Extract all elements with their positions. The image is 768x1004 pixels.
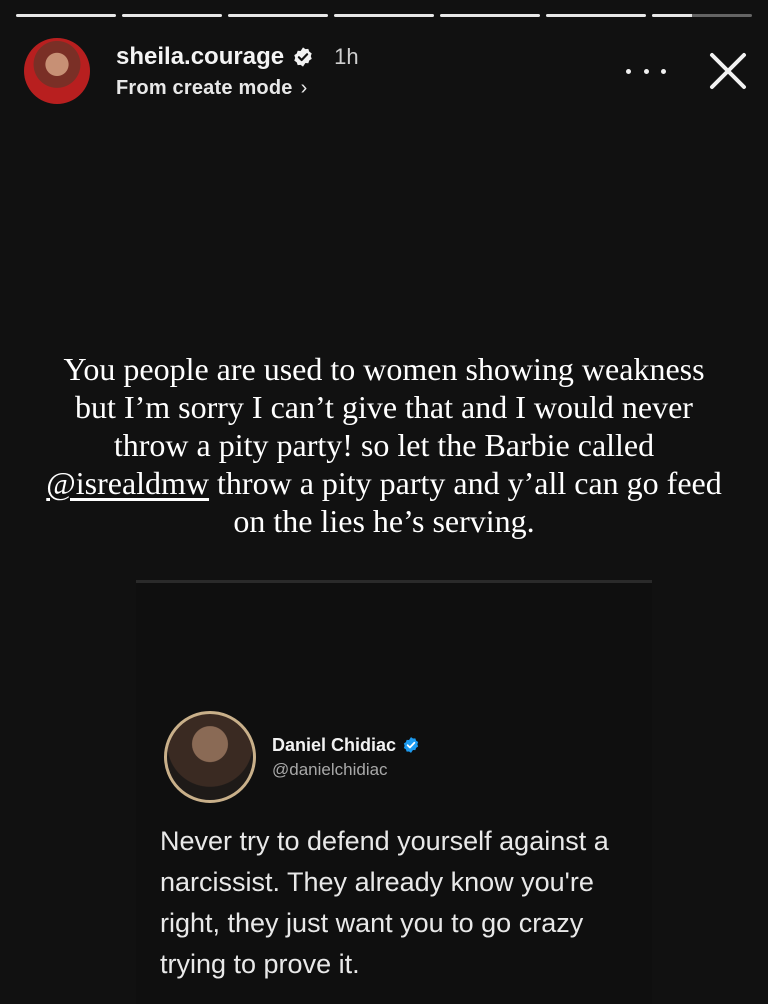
story-header: sheila.courage 1h From create mode ›	[24, 36, 750, 106]
close-icon[interactable]	[706, 49, 750, 93]
avatar[interactable]	[24, 38, 90, 104]
story-progress-bar	[16, 14, 752, 17]
progress-segment	[440, 14, 540, 17]
progress-segment	[334, 14, 434, 17]
verified-badge-icon	[403, 737, 419, 753]
subtitle: From create mode	[116, 76, 293, 99]
progress-segment	[122, 14, 222, 17]
create-mode-link[interactable]: From create mode ›	[116, 77, 626, 100]
post-time: 1h	[334, 43, 359, 69]
tweet-author-handle: @danielchidiac	[272, 759, 388, 779]
tweet-author-name: Daniel Chidiac	[272, 734, 397, 755]
more-options-icon[interactable]	[626, 61, 666, 81]
tweet-card: Daniel Chidiac @danielchidiac Never try …	[136, 580, 652, 1004]
tweet-header: Daniel Chidiac @danielchidiac	[164, 711, 420, 803]
caption-text: You people are used to women showing wea…	[63, 351, 705, 463]
mention-link[interactable]: @isrealdmw	[46, 465, 209, 501]
story-caption: You people are used to women showing wea…	[40, 350, 728, 540]
tweet-text: Never try to defend yourself against a n…	[160, 826, 609, 979]
story-meta: sheila.courage 1h From create mode ›	[116, 43, 626, 100]
caption-text-end: throw a pity party and y’all can go feed…	[209, 465, 722, 539]
username[interactable]: sheila.courage	[116, 43, 284, 71]
verified-badge-icon	[294, 46, 312, 67]
progress-segment	[546, 14, 646, 17]
tweet-avatar	[164, 711, 256, 803]
chevron-right-icon: ›	[300, 76, 308, 99]
progress-segment	[228, 14, 328, 17]
progress-segment	[652, 14, 752, 17]
progress-segment	[16, 14, 116, 17]
